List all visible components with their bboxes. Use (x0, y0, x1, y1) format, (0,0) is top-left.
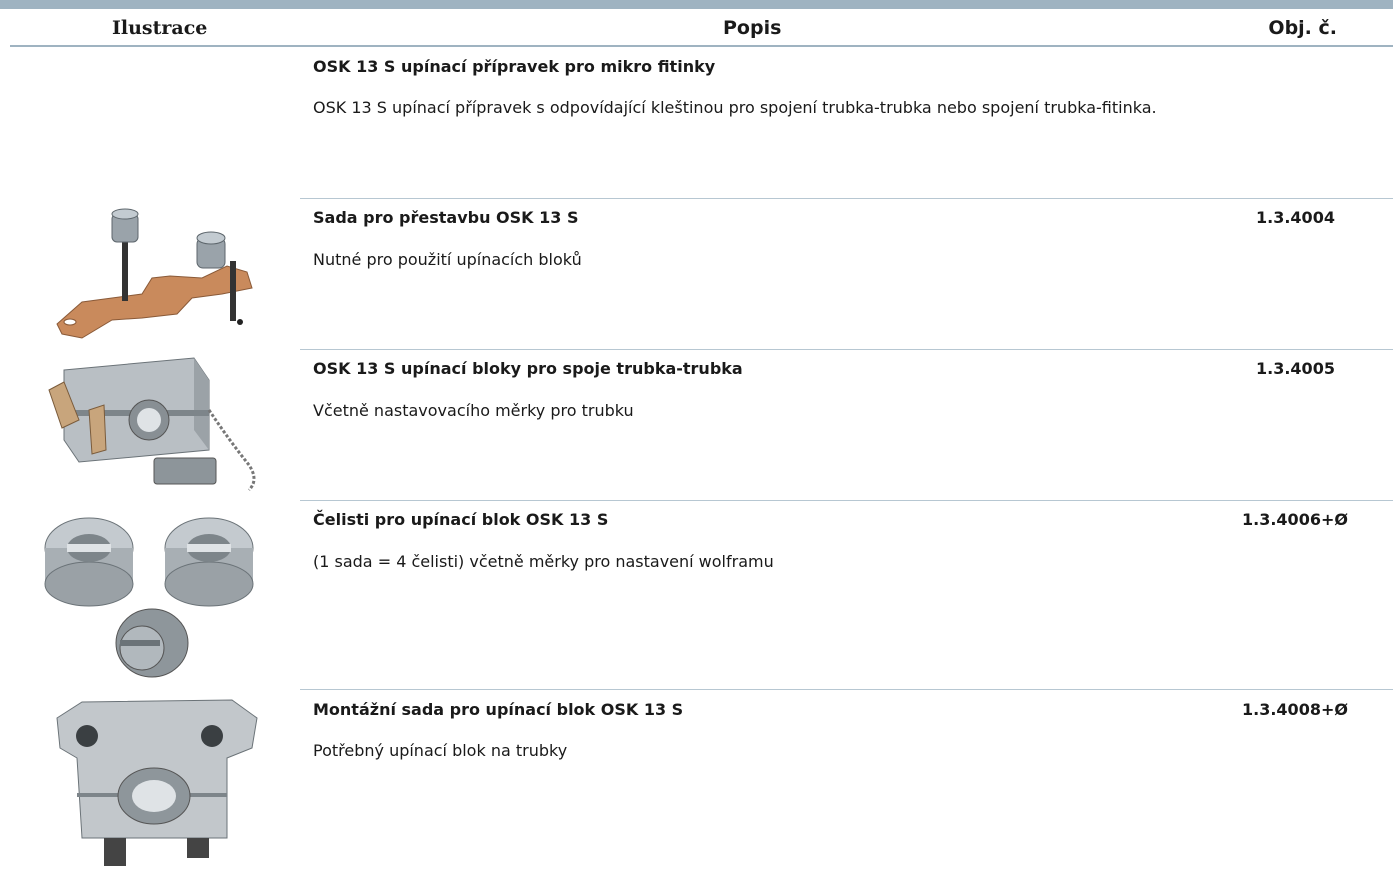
row-description: Potřebný upínací blok na trubky (313, 741, 568, 760)
header-divider (10, 45, 1393, 47)
row-divider (300, 349, 1393, 350)
mounting-kit-illustration (56, 699, 258, 866)
row-title: Sada pro přestavbu OSK 13 S (313, 208, 579, 227)
row-divider (300, 500, 1393, 501)
row-divider (300, 198, 1393, 199)
row-divider (300, 689, 1393, 690)
conversion-kit-illustration (56, 208, 253, 339)
column-header-order-number: Obj. č. (1268, 17, 1337, 39)
row-order-number: 1.3.4006+Ø (1242, 510, 1348, 529)
row-description: Včetně nastavovacího měrky pro trubku (313, 401, 634, 420)
top-color-bar (0, 0, 1393, 9)
row-description: Nutné pro použití upínacích bloků (313, 250, 582, 269)
row-title: Čelisti pro upínací blok OSK 13 S (313, 510, 609, 529)
section-description: OSK 13 S upínací přípravek s odpovídajíc… (313, 98, 1157, 117)
jaws-illustration (44, 517, 254, 678)
row-order-number: 1.3.4008+Ø (1242, 700, 1348, 719)
row-order-number: 1.3.4004 (1256, 208, 1335, 227)
row-title: OSK 13 S upínací bloky pro spoje trubka-… (313, 359, 743, 378)
clamping-block-illustration (48, 357, 256, 492)
table-header: Ilustrace Popis Obj. č. (0, 9, 1393, 47)
column-header-description: Popis (723, 17, 782, 39)
column-header-illustration: Ilustrace (112, 17, 208, 39)
row-description: (1 sada = 4 čelisti) včetně měrky pro na… (313, 552, 774, 571)
section-title: OSK 13 S upínací přípravek pro mikro fit… (313, 57, 716, 76)
row-order-number: 1.3.4005 (1256, 359, 1335, 378)
row-title: Montážní sada pro upínací blok OSK 13 S (313, 700, 684, 719)
